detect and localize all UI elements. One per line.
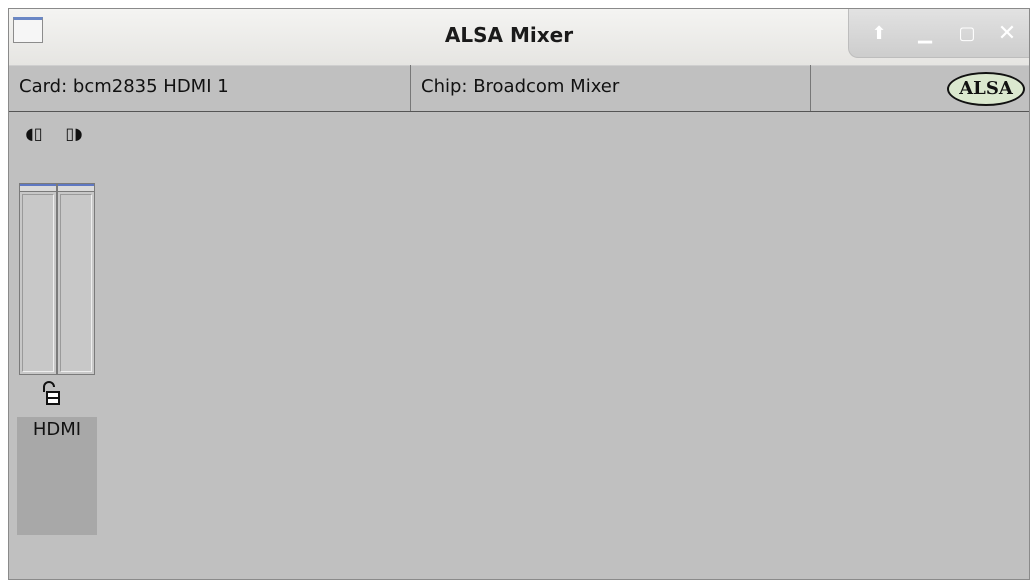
window-title: ALSA Mixer: [444, 23, 574, 47]
minimize-icon[interactable]: ▁: [913, 21, 937, 45]
slider-groove-left: [22, 194, 54, 372]
maximize-icon[interactable]: ▢: [955, 21, 979, 45]
alsa-mixer-window: ALSA Mixer ⬆ ▁ ▢ ✕ Card: bcm2835 HDMI 1 …: [8, 8, 1030, 580]
close-icon[interactable]: ✕: [995, 21, 1019, 46]
slider-thumb-left[interactable]: [20, 184, 56, 192]
lock-icon[interactable]: [39, 381, 63, 409]
card-label: Card: bcm2835 HDMI 1: [9, 65, 411, 111]
alsa-logo: ALSA: [947, 72, 1025, 106]
slider-groove-right: [60, 194, 92, 372]
info-bar: Card: bcm2835 HDMI 1 Chip: Broadcom Mixe…: [9, 65, 1029, 112]
channel-name: HDMI: [32, 419, 82, 440]
window-controls: ⬆ ▁ ▢ ✕: [848, 9, 1029, 58]
speaker-right-icon: ▯◗: [65, 124, 83, 143]
chip-label: Chip: Broadcom Mixer: [411, 65, 811, 111]
slider-thumb-right[interactable]: [58, 184, 94, 192]
channel-label-area: HDMI: [17, 417, 97, 535]
volume-slider-right[interactable]: [57, 183, 95, 375]
logo-cell: ALSA: [811, 65, 1029, 111]
title-bar[interactable]: ALSA Mixer ⬆ ▁ ▢ ✕: [9, 9, 1029, 66]
arrow-up-icon[interactable]: ⬆: [867, 21, 891, 45]
volume-slider-left[interactable]: [19, 183, 57, 375]
speaker-left-icon: ◖▯: [25, 124, 43, 143]
